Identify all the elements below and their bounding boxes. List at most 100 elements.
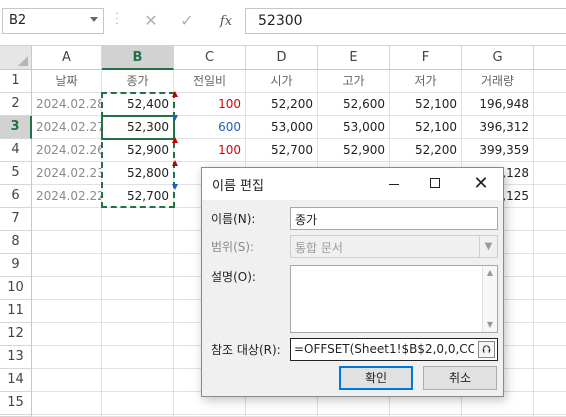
row-header-12[interactable]: 12: [0, 323, 32, 346]
cell-date[interactable]: 2024.02.23: [32, 162, 102, 185]
column-header-d[interactable]: D: [246, 46, 318, 70]
row-header-2[interactable]: 2: [0, 93, 32, 116]
column-header-g[interactable]: G: [462, 46, 534, 70]
cell[interactable]: [534, 139, 566, 162]
refers-to-input[interactable]: =OFFSET(Sheet1!$B$2,0,0,COUN ⮉: [290, 338, 498, 361]
formula-input[interactable]: 52300: [245, 8, 566, 34]
error-indicator-icon[interactable]: [172, 184, 178, 190]
cell-change[interactable]: 100: [174, 139, 246, 162]
cell-low[interactable]: 52,200: [390, 139, 462, 162]
row-header-7[interactable]: 7: [0, 208, 32, 231]
header-cell-high[interactable]: 고가: [318, 70, 390, 93]
cell-high[interactable]: 52,900: [318, 139, 390, 162]
row-header-11[interactable]: 11: [0, 300, 32, 323]
cell[interactable]: [32, 346, 102, 369]
cell[interactable]: [534, 93, 566, 116]
row-header-4[interactable]: 4: [0, 139, 32, 162]
cell[interactable]: [534, 254, 566, 277]
row-header-10[interactable]: 10: [0, 277, 32, 300]
row-header-14[interactable]: 14: [0, 369, 32, 392]
error-indicator-icon[interactable]: [172, 137, 178, 143]
cell[interactable]: [32, 277, 102, 300]
cell-change[interactable]: 100: [174, 93, 246, 116]
cell-close[interactable]: 52,900: [102, 139, 174, 162]
dialog-titlebar[interactable]: 이름 편집 ✕: [202, 168, 503, 200]
cell-date[interactable]: 2024.02.22: [32, 185, 102, 208]
header-cell-low[interactable]: 저가: [390, 70, 462, 93]
insert-function-icon[interactable]: fx: [215, 11, 237, 33]
error-indicator-icon[interactable]: [172, 115, 178, 121]
cell-close[interactable]: 52,300: [102, 116, 174, 139]
cell-date[interactable]: 2024.02.28: [32, 93, 102, 116]
cell-date[interactable]: 2024.02.26: [32, 139, 102, 162]
cell[interactable]: [32, 231, 102, 254]
row-header-8[interactable]: 8: [0, 231, 32, 254]
cell[interactable]: [102, 392, 174, 415]
cell-low[interactable]: 52,100: [390, 116, 462, 139]
column-header-e[interactable]: E: [318, 46, 390, 70]
cell[interactable]: [534, 277, 566, 300]
comment-scrollbar[interactable]: ▲ ▼: [482, 266, 497, 332]
minimize-button[interactable]: [373, 168, 415, 200]
collapse-dialog-icon[interactable]: ⮉: [478, 341, 495, 358]
cell-close[interactable]: 52,400: [102, 93, 174, 116]
row-header-3[interactable]: 3: [0, 116, 32, 139]
header-cell-open[interactable]: 시가: [246, 70, 318, 93]
cell[interactable]: [534, 369, 566, 392]
header-cell-close[interactable]: 종가: [102, 70, 174, 93]
header-cell-volume[interactable]: 거래량: [462, 70, 534, 93]
cell[interactable]: [534, 346, 566, 369]
row-header-9[interactable]: 9: [0, 254, 32, 277]
cell[interactable]: [102, 300, 174, 323]
cell[interactable]: [534, 300, 566, 323]
cell[interactable]: [102, 277, 174, 300]
cell[interactable]: [534, 116, 566, 139]
cell[interactable]: [32, 254, 102, 277]
cell-open[interactable]: 52,200: [246, 93, 318, 116]
error-indicator-icon[interactable]: [172, 160, 178, 166]
cell[interactable]: [534, 162, 566, 185]
cell-low[interactable]: 52,100: [390, 93, 462, 116]
row-header-6[interactable]: 6: [0, 185, 32, 208]
cell[interactable]: [102, 323, 174, 346]
cell-close[interactable]: 52,800: [102, 162, 174, 185]
cell[interactable]: [534, 70, 566, 93]
cell[interactable]: [32, 369, 102, 392]
row-header-15[interactable]: 15: [0, 392, 32, 415]
column-header-b[interactable]: B: [102, 46, 174, 70]
cell[interactable]: [32, 392, 102, 415]
header-cell-date[interactable]: 날짜: [32, 70, 102, 93]
cell-date[interactable]: 2024.02.27: [32, 116, 102, 139]
cell-open[interactable]: 52,700: [246, 139, 318, 162]
row-header-1[interactable]: 1: [0, 70, 32, 93]
cell[interactable]: [534, 208, 566, 231]
cell[interactable]: [102, 254, 174, 277]
column-header-h[interactable]: [534, 46, 566, 70]
scroll-down-icon[interactable]: ▼: [483, 318, 497, 332]
drag-handle-icon[interactable]: · · ·: [115, 10, 119, 30]
cell[interactable]: [534, 231, 566, 254]
scroll-up-icon[interactable]: ▲: [483, 266, 497, 280]
row-header-13[interactable]: 13: [0, 346, 32, 369]
name-box[interactable]: B2: [2, 8, 104, 34]
close-icon[interactable]: ✕: [460, 168, 502, 200]
cell-close[interactable]: 52,700: [102, 185, 174, 208]
column-header-a[interactable]: A: [32, 46, 102, 70]
cancel-button[interactable]: 취소: [423, 366, 497, 390]
cell[interactable]: [102, 346, 174, 369]
cell-volume[interactable]: 399,359: [462, 139, 534, 162]
error-indicator-icon[interactable]: [172, 91, 178, 97]
column-header-c[interactable]: C: [174, 46, 246, 70]
maximize-button[interactable]: [414, 168, 456, 200]
comment-textarea[interactable]: ▲ ▼: [290, 265, 498, 333]
header-cell-change[interactable]: 전일비: [174, 70, 246, 93]
cell-high[interactable]: 53,000: [318, 116, 390, 139]
column-header-f[interactable]: F: [390, 46, 462, 70]
cell[interactable]: [32, 323, 102, 346]
cell[interactable]: [534, 323, 566, 346]
cell[interactable]: [534, 392, 566, 415]
cell-open[interactable]: 53,000: [246, 116, 318, 139]
cell[interactable]: [102, 369, 174, 392]
cell[interactable]: [102, 231, 174, 254]
select-all-button[interactable]: [0, 46, 32, 70]
